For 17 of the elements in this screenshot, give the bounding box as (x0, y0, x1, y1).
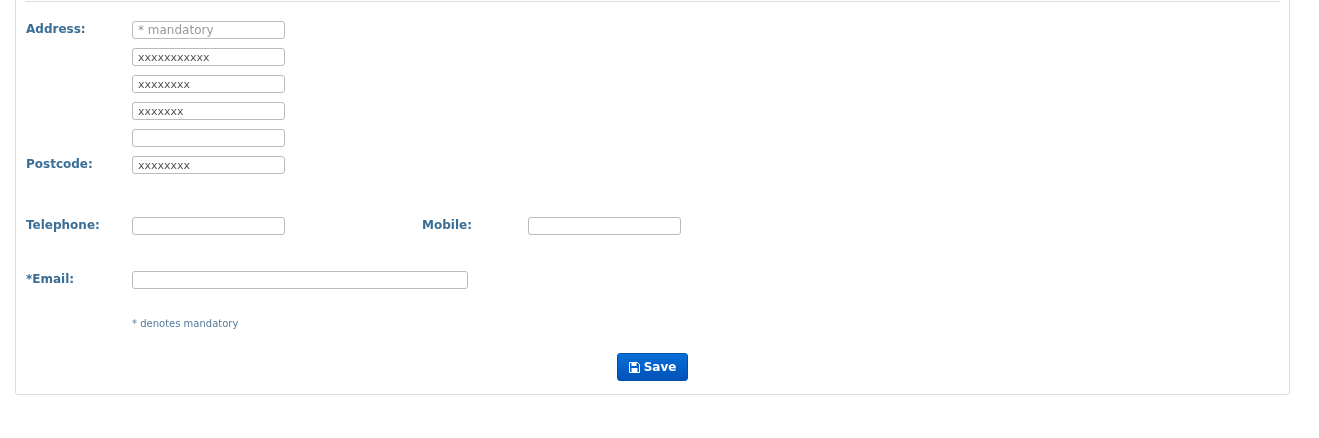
note-text: * denotes mandatory (132, 317, 240, 331)
field-label: Address: (25, 21, 87, 38)
field-label: Postcode: (25, 156, 94, 173)
input-field[interactable] (132, 217, 285, 235)
field-label: *Email: (25, 271, 76, 288)
input-field[interactable]: xxxxxxxx (132, 156, 285, 174)
input-field[interactable]: xxxxxxx (132, 102, 285, 120)
field-label: Mobile: (421, 217, 473, 234)
input-field[interactable]: xxxxxxxxxxx (132, 48, 285, 66)
input-field[interactable] (528, 217, 681, 235)
field-label: Telephone: (25, 217, 101, 234)
input-field[interactable]: xxxxxxxx (132, 75, 285, 93)
input-field[interactable] (132, 129, 285, 147)
input-field[interactable] (132, 271, 468, 289)
input-field[interactable]: * mandatory (132, 21, 285, 39)
save-icon (628, 361, 640, 373)
save-button[interactable]: Save (616, 353, 689, 381)
